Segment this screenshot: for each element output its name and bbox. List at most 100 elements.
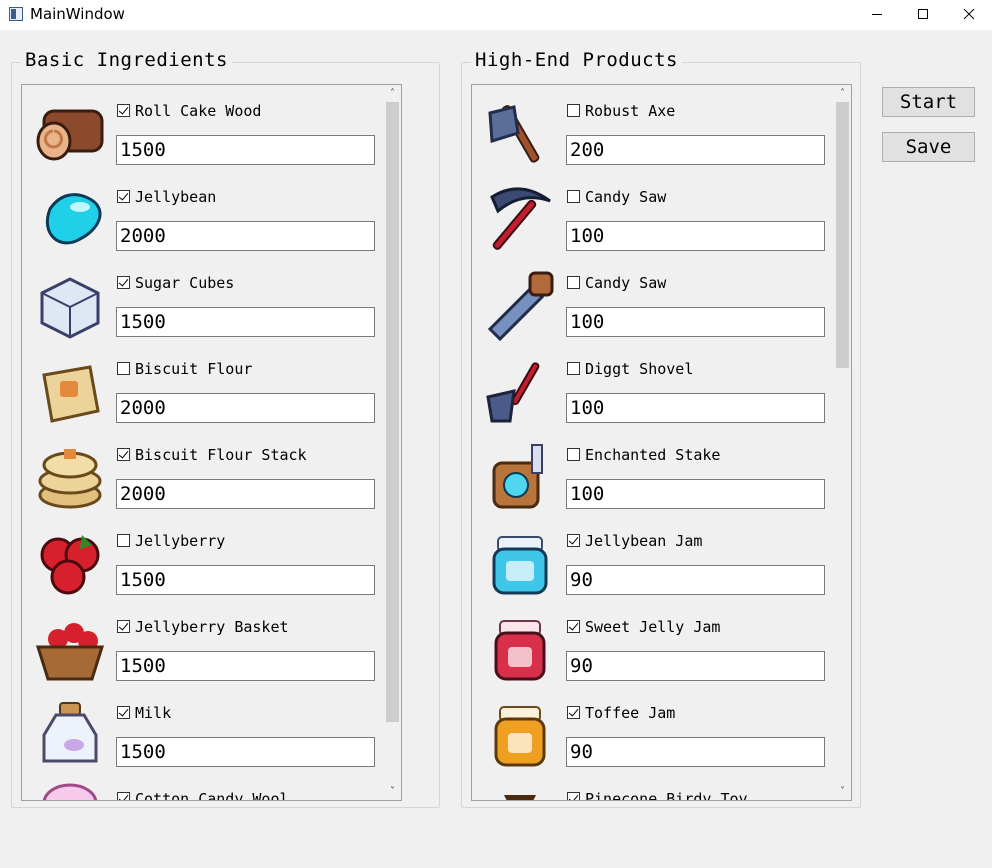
- item-checkbox[interactable]: [567, 620, 580, 633]
- minimize-icon: [872, 14, 882, 15]
- item-label[interactable]: Jellyberry: [135, 532, 225, 550]
- item-checkbox[interactable]: [117, 534, 130, 547]
- milk-icon: [42, 702, 98, 763]
- item-label[interactable]: Milk: [135, 704, 171, 722]
- product-item: Robust Axe 200: [472, 85, 834, 171]
- item-label[interactable]: Pinecone Birdy Toy: [585, 790, 748, 800]
- item-checkbox[interactable]: [117, 362, 130, 375]
- item-label[interactable]: Roll Cake Wood: [135, 102, 261, 120]
- item-label[interactable]: Cotton Candy Wool: [135, 790, 289, 800]
- app-window-icon: [9, 7, 23, 21]
- ingredient-item: Jellybean 2000: [22, 171, 384, 257]
- item-label[interactable]: Jellybean: [135, 188, 216, 206]
- item-checkbox[interactable]: [567, 190, 580, 203]
- start-button[interactable]: Start: [882, 87, 975, 117]
- products-list: Robust Axe 200 Candy Saw 100 Candy Saw 100 Dig…: [472, 85, 834, 800]
- item-label[interactable]: Robust Axe: [585, 102, 675, 120]
- maximize-icon: [918, 9, 928, 19]
- quantity-input[interactable]: 200: [566, 135, 825, 165]
- quantity-input[interactable]: 90: [566, 737, 825, 767]
- group-title: Basic Ingredients: [21, 49, 232, 71]
- product-item: Candy Saw 100: [472, 171, 834, 257]
- quantity-input[interactable]: 2000: [116, 479, 375, 509]
- product-item: Pinecone Birdy Toy: [472, 773, 834, 800]
- ingredient-item: Sugar Cubes 1500: [22, 257, 384, 343]
- quantity-input[interactable]: 90: [566, 651, 825, 681]
- item-label[interactable]: Enchanted Stake: [585, 446, 720, 464]
- quantity-input[interactable]: 2000: [116, 221, 375, 251]
- axe-icon: [488, 105, 540, 163]
- quantity-input[interactable]: 1500: [116, 307, 375, 337]
- product-item: Diggt Shovel 100: [472, 343, 834, 429]
- scroll-down-icon[interactable]: ˅: [834, 783, 851, 800]
- scroll-up-icon[interactable]: ˄: [384, 85, 401, 102]
- sugar-cube-icon: [40, 277, 100, 339]
- item-checkbox[interactable]: [567, 534, 580, 547]
- quantity-input[interactable]: 2000: [116, 393, 375, 423]
- item-checkbox[interactable]: [117, 620, 130, 633]
- high-end-products-group: High-End Products Robust Axe 200 Candy Saw…: [461, 49, 861, 808]
- item-label[interactable]: Sweet Jelly Jam: [585, 618, 720, 636]
- window-title: MainWindow: [30, 5, 125, 23]
- close-icon: [963, 9, 975, 20]
- item-checkbox[interactable]: [567, 706, 580, 719]
- toffee-jam-icon: [494, 706, 546, 767]
- quantity-input[interactable]: 1500: [116, 737, 375, 767]
- ingredients-scroll-area[interactable]: Roll Cake Wood 1500 Jellybean 2000 Sugar Cub…: [21, 84, 402, 801]
- quantity-input[interactable]: 100: [566, 307, 825, 337]
- ingredient-item: Biscuit Flour Stack 2000: [22, 429, 384, 515]
- product-item: Jellybean Jam 90: [472, 515, 834, 601]
- item-checkbox[interactable]: [117, 792, 130, 800]
- minimize-button[interactable]: [854, 0, 900, 30]
- quantity-input[interactable]: 1500: [116, 651, 375, 681]
- item-checkbox[interactable]: [117, 448, 130, 461]
- vertical-scrollbar[interactable]: ˄ ˅: [384, 85, 401, 800]
- scrollbar-thumb[interactable]: [836, 102, 849, 368]
- item-label[interactable]: Candy Saw: [585, 188, 666, 206]
- item-label[interactable]: Biscuit Flour Stack: [135, 446, 307, 464]
- product-item: Enchanted Stake 100: [472, 429, 834, 515]
- ingredient-item: Biscuit Flour 2000: [22, 343, 384, 429]
- quantity-input[interactable]: 100: [566, 479, 825, 509]
- title-bar: MainWindow: [0, 0, 992, 30]
- item-checkbox[interactable]: [567, 104, 580, 117]
- item-label[interactable]: Toffee Jam: [585, 704, 675, 722]
- quantity-input[interactable]: 100: [566, 393, 825, 423]
- item-checkbox[interactable]: [567, 362, 580, 375]
- products-scroll-area[interactable]: Robust Axe 200 Candy Saw 100 Candy Saw 100 Dig…: [471, 84, 852, 801]
- product-item: Toffee Jam 90: [472, 687, 834, 773]
- ingredient-item: Roll Cake Wood 1500: [22, 85, 384, 171]
- item-checkbox[interactable]: [117, 190, 130, 203]
- item-checkbox[interactable]: [117, 104, 130, 117]
- save-button[interactable]: Save: [882, 132, 975, 162]
- ingredient-item: Jellyberry Basket 1500: [22, 601, 384, 687]
- scroll-up-icon[interactable]: ˄: [834, 85, 851, 102]
- item-label[interactable]: Jellyberry Basket: [135, 618, 289, 636]
- product-item: Candy Saw 100: [472, 257, 834, 343]
- item-label[interactable]: Biscuit Flour: [135, 360, 252, 378]
- quantity-input[interactable]: 100: [566, 221, 825, 251]
- ingredient-item: Milk 1500: [22, 687, 384, 773]
- item-checkbox[interactable]: [117, 276, 130, 289]
- item-checkbox[interactable]: [117, 706, 130, 719]
- close-button[interactable]: [946, 0, 992, 30]
- item-checkbox[interactable]: [567, 448, 580, 461]
- scrollbar-thumb[interactable]: [386, 102, 399, 722]
- maximize-button[interactable]: [900, 0, 946, 30]
- item-label[interactable]: Jellybean Jam: [585, 532, 702, 550]
- quantity-input[interactable]: 1500: [116, 565, 375, 595]
- scroll-down-icon[interactable]: ˅: [384, 783, 401, 800]
- vertical-scrollbar[interactable]: ˄ ˅: [834, 85, 851, 800]
- cotton-candy-wool-icon: [42, 783, 98, 800]
- ingredient-item: Jellyberry 1500: [22, 515, 384, 601]
- basic-ingredients-group: Basic Ingredients Roll Cake Wood 1500 Jell…: [11, 49, 440, 808]
- item-checkbox[interactable]: [567, 792, 580, 800]
- item-checkbox[interactable]: [567, 276, 580, 289]
- quantity-input[interactable]: 1500: [116, 135, 375, 165]
- quantity-input[interactable]: 90: [566, 565, 825, 595]
- jellyberry-icon: [40, 535, 100, 595]
- item-label[interactable]: Sugar Cubes: [135, 274, 234, 292]
- pickaxe-icon: [490, 187, 551, 250]
- item-label[interactable]: Candy Saw: [585, 274, 666, 292]
- item-label[interactable]: Diggt Shovel: [585, 360, 693, 378]
